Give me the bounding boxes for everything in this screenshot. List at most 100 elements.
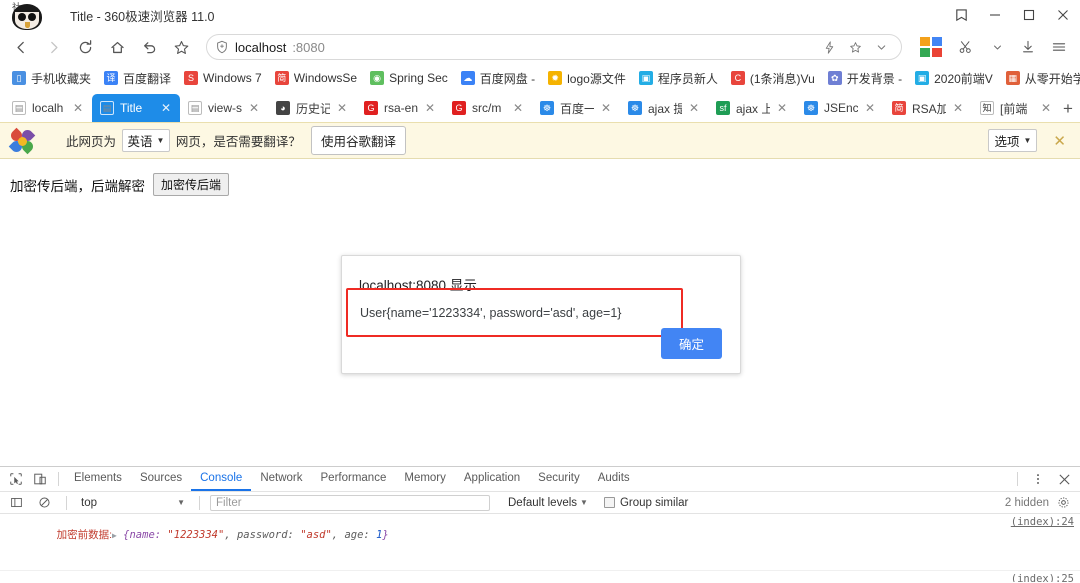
bookmark-item[interactable]: ✹ logo源文件 bbox=[542, 67, 632, 90]
browser-tab[interactable]: Gsrc/m ✕ bbox=[444, 94, 532, 122]
bookmark-item[interactable]: ▣ 程序员新人 bbox=[633, 67, 724, 90]
bookmark-item[interactable]: ▯ 手机收藏夹 bbox=[6, 67, 97, 90]
back-icon[interactable] bbox=[6, 33, 36, 61]
language-select[interactable]: 英语 ▼ bbox=[121, 129, 171, 152]
tab-close-icon[interactable]: ✕ bbox=[1040, 101, 1052, 115]
tab-close-icon[interactable]: ✕ bbox=[424, 101, 436, 115]
zhihu-icon: 知 bbox=[980, 101, 994, 115]
baidu-icon: ☸ bbox=[628, 101, 642, 115]
forward-icon[interactable] bbox=[38, 33, 68, 61]
gear-icon[interactable] bbox=[1057, 496, 1070, 509]
tab-close-icon[interactable]: ✕ bbox=[72, 101, 84, 115]
execution-context-select[interactable]: top ▼ bbox=[77, 497, 189, 509]
devtools-tab-elements[interactable]: Elements bbox=[65, 468, 131, 491]
bookmark-item[interactable]: S Windows 7 bbox=[178, 68, 268, 88]
collections-icon[interactable] bbox=[944, 0, 978, 30]
options-button[interactable]: 选项 ▼ bbox=[988, 129, 1038, 152]
tab-label: [前端 bbox=[1000, 101, 1028, 116]
reload-icon[interactable] bbox=[70, 33, 100, 61]
window-controls bbox=[944, 0, 1080, 30]
bookmark-label: 手机收藏夹 bbox=[31, 71, 92, 86]
bookmark-item[interactable]: 译百度翻译 bbox=[98, 67, 177, 90]
baidu-icon: ☸ bbox=[540, 101, 554, 115]
console-source-link[interactable]: (index):25 bbox=[1011, 573, 1074, 582]
browser-tab[interactable]: ☸ ajax 提 ✕ bbox=[620, 94, 708, 122]
browser-tab[interactable]: Grsa-en ✕ bbox=[356, 94, 444, 122]
tab-close-icon[interactable]: ✕ bbox=[688, 101, 700, 115]
encrypt-submit-button[interactable]: 加密传后端 bbox=[153, 173, 230, 196]
browser-tab[interactable]: 知 [前端 ✕ bbox=[972, 94, 1060, 122]
devtools-tab-memory[interactable]: Memory bbox=[395, 468, 455, 491]
bookmark-item[interactable]: ✿ 开发背景 - bbox=[822, 67, 908, 90]
tab-close-icon[interactable]: ✕ bbox=[864, 101, 876, 115]
devtools-tab-network[interactable]: Network bbox=[251, 468, 311, 491]
devtools-tab-application[interactable]: Application bbox=[455, 468, 529, 491]
console-message-row[interactable]: 加密后数据:"MmWnYts1wTI9wxsKk3cb8JwkE5Qefwjmr… bbox=[0, 571, 1080, 582]
tab-close-icon[interactable]: ✕ bbox=[600, 101, 612, 115]
close-button[interactable] bbox=[1046, 0, 1080, 30]
inspect-element-icon[interactable] bbox=[4, 468, 28, 490]
tab-close-icon[interactable]: ✕ bbox=[952, 101, 964, 115]
devtools-tab-security[interactable]: Security bbox=[529, 468, 589, 491]
console-output: 加密前数据:▶ {name: "1223334", password: "asd… bbox=[0, 514, 1080, 582]
tab-close-icon[interactable]: ✕ bbox=[336, 101, 348, 115]
star-icon[interactable] bbox=[166, 33, 196, 61]
browser-tab[interactable]: ◕ 历史记 ✕ bbox=[268, 94, 356, 122]
bookmark-item[interactable]: ☁ 百度网盘 - bbox=[455, 67, 541, 90]
tab-label: RSA加 bbox=[912, 101, 946, 116]
browser-tab[interactable]: ▤ localh ✕ bbox=[4, 94, 92, 122]
bookmark-item[interactable]: C (1条消息)Vu bbox=[725, 67, 821, 90]
browser-tab[interactable]: ▤ view-s ✕ bbox=[180, 94, 268, 122]
download-icon[interactable] bbox=[1013, 33, 1043, 61]
devtools-tab-sources[interactable]: Sources bbox=[131, 468, 191, 491]
home-icon[interactable] bbox=[102, 33, 132, 61]
minimize-button[interactable] bbox=[978, 0, 1012, 30]
translate-prompt: 此网页为 英语 ▼ 网页，是否需要翻译？ bbox=[66, 129, 301, 152]
close-infobar-icon[interactable]: ✕ bbox=[1049, 132, 1070, 150]
log-levels-select[interactable]: Default levels ▼ bbox=[508, 497, 588, 509]
bookmark-item[interactable]: ▣ 2020前端V bbox=[909, 67, 999, 90]
devtools-panel: Elements Sources Console Network Performance… bbox=[0, 466, 1080, 583]
devtools-tab-audits[interactable]: Audits bbox=[589, 468, 639, 491]
tab-close-icon[interactable]: ✕ bbox=[512, 101, 524, 115]
browser-tab[interactable]: sf ajax 上 ✕ bbox=[708, 94, 796, 122]
console-sidebar-icon[interactable] bbox=[4, 492, 28, 514]
scissors-icon[interactable] bbox=[951, 33, 981, 61]
jian-icon: 简 bbox=[274, 71, 289, 85]
history-icon[interactable] bbox=[134, 33, 164, 61]
log-object-open: {name: bbox=[123, 529, 168, 541]
apps-grid-icon[interactable] bbox=[920, 37, 942, 57]
tab-close-icon[interactable]: ✕ bbox=[160, 101, 172, 115]
bookmark-label: logo源文件 bbox=[567, 71, 626, 86]
scissors-chevron-icon[interactable] bbox=[982, 33, 1012, 61]
browser-tab[interactable]: ☸ 百度一 ✕ bbox=[532, 94, 620, 122]
bookmark-item[interactable]: ▦ 从零开始学S bbox=[1000, 67, 1080, 90]
dialog-ok-button[interactable]: 确定 bbox=[660, 328, 722, 359]
maximize-button[interactable] bbox=[1012, 0, 1046, 30]
devtools-tab-console[interactable]: Console bbox=[191, 468, 252, 491]
bookmark-item[interactable]: ◉ Spring Sec bbox=[364, 68, 454, 88]
translate-button[interactable]: 使用谷歌翻译 bbox=[310, 126, 406, 155]
chevron-down-icon[interactable] bbox=[869, 36, 893, 58]
devtools-close-icon[interactable] bbox=[1052, 468, 1076, 490]
kebab-menu-icon[interactable] bbox=[1026, 468, 1050, 490]
tab-close-icon[interactable]: ✕ bbox=[248, 101, 260, 115]
device-toolbar-icon[interactable] bbox=[28, 468, 52, 490]
devtools-tab-performance[interactable]: Performance bbox=[312, 468, 396, 491]
tab-close-icon[interactable]: ✕ bbox=[776, 101, 788, 115]
bookmark-star-icon[interactable] bbox=[843, 36, 867, 58]
expand-arrow-icon[interactable]: ▶ bbox=[112, 531, 117, 540]
clear-console-icon[interactable] bbox=[32, 492, 56, 514]
new-tab-button[interactable]: + bbox=[1060, 96, 1076, 122]
console-message-row[interactable]: 加密前数据:▶ {name: "1223334", password: "asd… bbox=[0, 514, 1080, 571]
group-similar-toggle[interactable]: Group similar bbox=[603, 497, 688, 509]
browser-tab[interactable]: ☸ JSEnc ✕ bbox=[796, 94, 884, 122]
lightning-icon[interactable] bbox=[817, 36, 841, 58]
console-source-link[interactable]: (index):24 bbox=[1011, 516, 1074, 529]
browser-tab[interactable]: 简 RSA加 ✕ bbox=[884, 94, 972, 122]
browser-tab[interactable]: ▤ Title ✕ bbox=[92, 94, 180, 122]
bookmark-item[interactable]: 简 WindowsSe bbox=[269, 68, 363, 88]
address-bar[interactable]: localhost:8080 bbox=[206, 34, 902, 60]
hamburger-menu-icon[interactable] bbox=[1044, 33, 1074, 61]
console-filter-input[interactable]: Filter bbox=[210, 494, 490, 511]
